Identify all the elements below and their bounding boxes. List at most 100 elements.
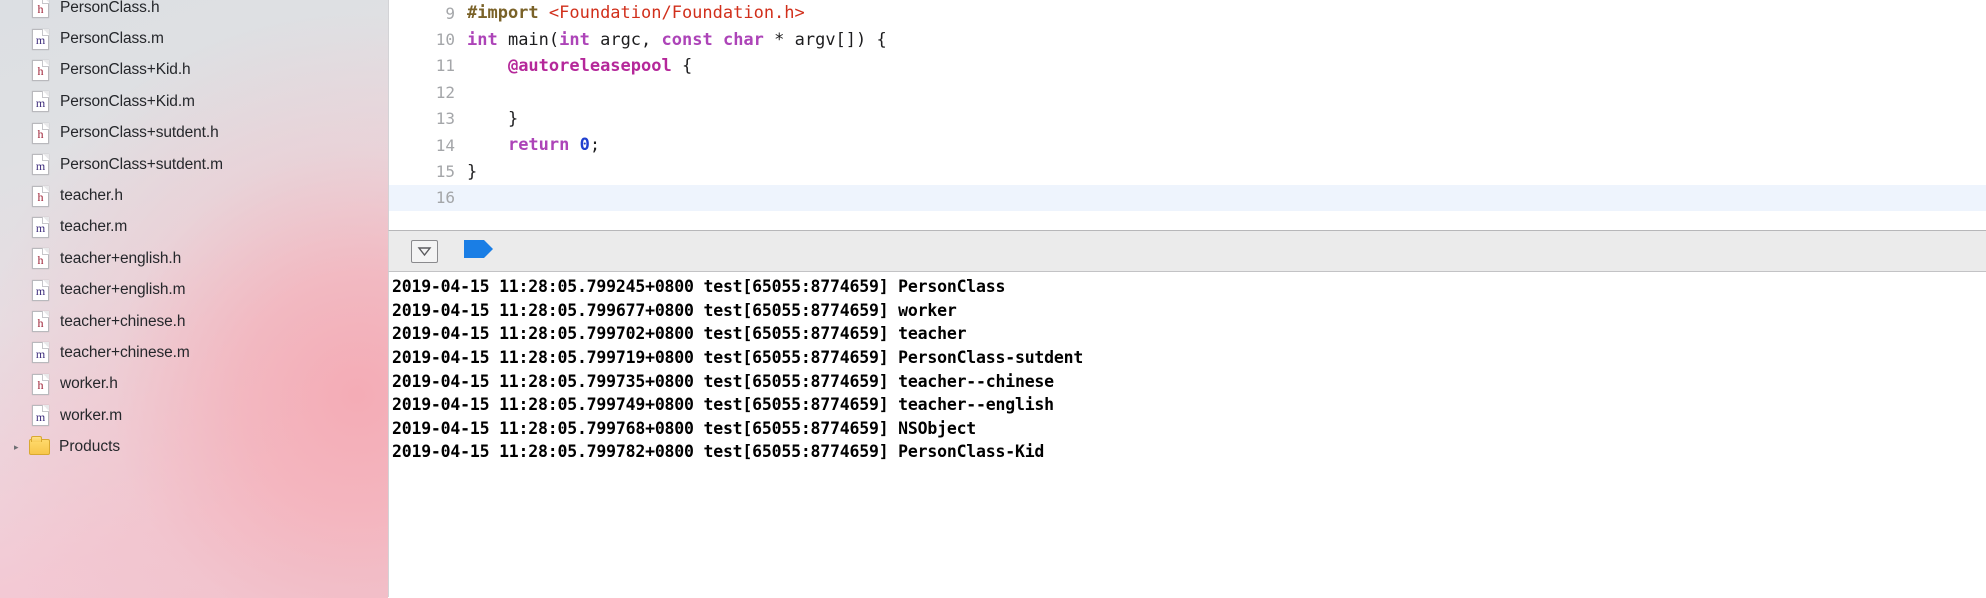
file-extension-glyph: h <box>37 315 44 330</box>
navigator-file-label: worker.h <box>60 375 118 393</box>
code-token: <Foundation/Foundation.h> <box>548 3 805 24</box>
navigator-file-label: PersonClass+Kid.m <box>60 92 195 110</box>
line-number: 12 <box>435 82 455 102</box>
navigator-file-label: teacher+english.h <box>60 249 182 267</box>
editor-and-debug-pane: 9 #import <Foundation/Foundation.h> 10 int … <box>388 0 1986 598</box>
code-token: main( <box>497 29 560 50</box>
file-extension-glyph: h <box>37 190 44 205</box>
console-log-line: 2019-04-15 11:28:05.799768+0800 test[650… <box>392 418 977 438</box>
navigator-file-label: teacher+chinese.h <box>60 312 186 330</box>
source-code-editor[interactable]: 9 #import <Foundation/Foundation.h> 10 int … <box>388 0 1986 230</box>
code-token: { <box>671 55 693 76</box>
xcode-window: h PersonClass.h m PersonClass.m h PersonClass… <box>0 0 1986 598</box>
code-line[interactable]: 14 return 0; <box>389 132 1986 158</box>
navigator-file-row[interactable]: h PersonClass+Kid.h <box>0 55 388 86</box>
code-token: * argv[]) { <box>763 29 887 50</box>
navigator-file-row[interactable]: m worker.m <box>0 400 388 431</box>
line-number: 15 <box>435 162 455 182</box>
code-line[interactable]: 9 #import <Foundation/Foundation.h> <box>389 0 1986 26</box>
navigator-file-row[interactable]: m teacher.m <box>0 212 388 243</box>
objc-source-file-icon: m <box>32 279 49 301</box>
line-number: 14 <box>435 135 455 155</box>
folder-icon <box>29 436 50 456</box>
navigator-file-label: worker.m <box>60 406 123 424</box>
navigator-file-row[interactable]: h worker.h <box>0 369 388 400</box>
code-token: int <box>559 29 590 50</box>
line-number: 11 <box>435 56 455 76</box>
hide-debug-area-button[interactable] <box>411 239 438 263</box>
navigator-file-row[interactable]: m PersonClass.m <box>0 23 388 54</box>
navigator-file-label: teacher.h <box>60 187 123 205</box>
navigator-file-row[interactable]: m teacher+english.m <box>0 275 388 306</box>
code-token: } <box>467 161 478 182</box>
code-line[interactable]: 16 <box>389 184 1986 212</box>
file-extension-glyph: h <box>37 127 44 142</box>
file-extension-glyph: m <box>35 158 46 173</box>
code-token: char <box>722 29 764 50</box>
objc-header-file-icon: h <box>32 373 49 395</box>
breakpoints-toggle-button[interactable] <box>464 238 494 265</box>
code-token: #import <box>467 3 549 24</box>
code-line[interactable]: 10 int main(int argc, const char * argv[]… <box>389 26 1986 52</box>
console-log-line: 2019-04-15 11:28:05.799782+0800 test[650… <box>392 442 1045 462</box>
code-token: int <box>467 29 498 50</box>
console-log-line: 2019-04-15 11:28:05.799677+0800 test[650… <box>392 300 957 320</box>
code-token: return <box>507 135 570 156</box>
objc-header-file-icon: h <box>32 311 49 333</box>
navigator-file-row[interactable]: m PersonClass+Kid.m <box>0 86 388 117</box>
file-extension-glyph: m <box>35 221 46 236</box>
code-line[interactable]: 15} <box>389 158 1986 184</box>
navigator-file-label: PersonClass.h <box>60 0 160 16</box>
chevron-right-icon[interactable]: ▸ <box>14 442 26 452</box>
code-line[interactable]: 11 @autoreleasepool { <box>389 53 1986 79</box>
code-token: } <box>467 108 519 129</box>
navigator-file-label: PersonClass+sutdent.m <box>60 155 223 173</box>
file-extension-glyph: m <box>35 284 46 299</box>
code-line-text: return 0; <box>467 135 600 155</box>
code-line-text: } <box>467 109 518 129</box>
code-line[interactable]: 13 } <box>389 106 1986 132</box>
code-line[interactable]: 12 <box>389 79 1986 105</box>
navigator-file-label: PersonClass.m <box>60 30 164 48</box>
line-number: 9 <box>445 3 455 23</box>
objc-header-file-icon: h <box>32 59 49 81</box>
line-number: 10 <box>435 30 455 50</box>
code-line-text: int main(int argc, const char * argv[]) … <box>467 30 887 50</box>
code-token: ; <box>589 135 601 156</box>
navigator-file-label: teacher+chinese.m <box>60 343 190 361</box>
console-log-line: 2019-04-15 11:28:05.799702+0800 test[650… <box>392 324 967 344</box>
navigator-file-row[interactable]: m teacher+chinese.m <box>0 337 388 368</box>
navigator-file-row[interactable]: h teacher+english.h <box>0 243 388 274</box>
file-extension-glyph: m <box>35 346 46 361</box>
navigator-file-row[interactable]: h PersonClass+sutdent.h <box>0 118 388 149</box>
file-extension-glyph: m <box>35 409 46 424</box>
objc-header-file-icon: h <box>32 185 49 207</box>
file-extension-glyph: h <box>37 1 44 16</box>
code-token: argc, <box>589 29 662 50</box>
code-token: 0 <box>579 135 590 156</box>
navigator-file-label: teacher.m <box>60 218 128 236</box>
objc-header-file-icon: h <box>32 248 49 270</box>
navigator-file-row[interactable]: h PersonClass.h <box>0 0 388 23</box>
debug-toolbar[interactable] <box>388 230 1986 272</box>
line-number: 16 <box>435 188 455 208</box>
navigator-group-label: Products <box>59 438 121 456</box>
file-extension-glyph: h <box>37 64 44 79</box>
objc-source-file-icon: m <box>32 216 49 238</box>
file-extension-glyph: h <box>37 378 44 393</box>
navigator-group-row-products[interactable]: ▸ Products <box>0 431 388 462</box>
navigator-file-label: PersonClass+Kid.h <box>60 61 191 79</box>
console-log-line: 2019-04-15 11:28:05.799749+0800 test[650… <box>392 395 1054 415</box>
code-token: const <box>661 29 713 50</box>
navigator-file-row[interactable]: h teacher.h <box>0 180 388 211</box>
navigator-file-row[interactable]: m PersonClass+sutdent.m <box>0 149 388 180</box>
navigator-file-row[interactable]: h teacher+chinese.h <box>0 306 388 337</box>
console-output[interactable]: 2019-04-15 11:28:05.799245+0800 test[650… <box>388 272 1986 597</box>
code-line-text: } <box>467 162 477 182</box>
objc-source-file-icon: m <box>32 28 49 50</box>
project-navigator[interactable]: h PersonClass.h m PersonClass.m h PersonClass… <box>0 0 388 598</box>
code-token: @autoreleasepool <box>507 55 672 76</box>
